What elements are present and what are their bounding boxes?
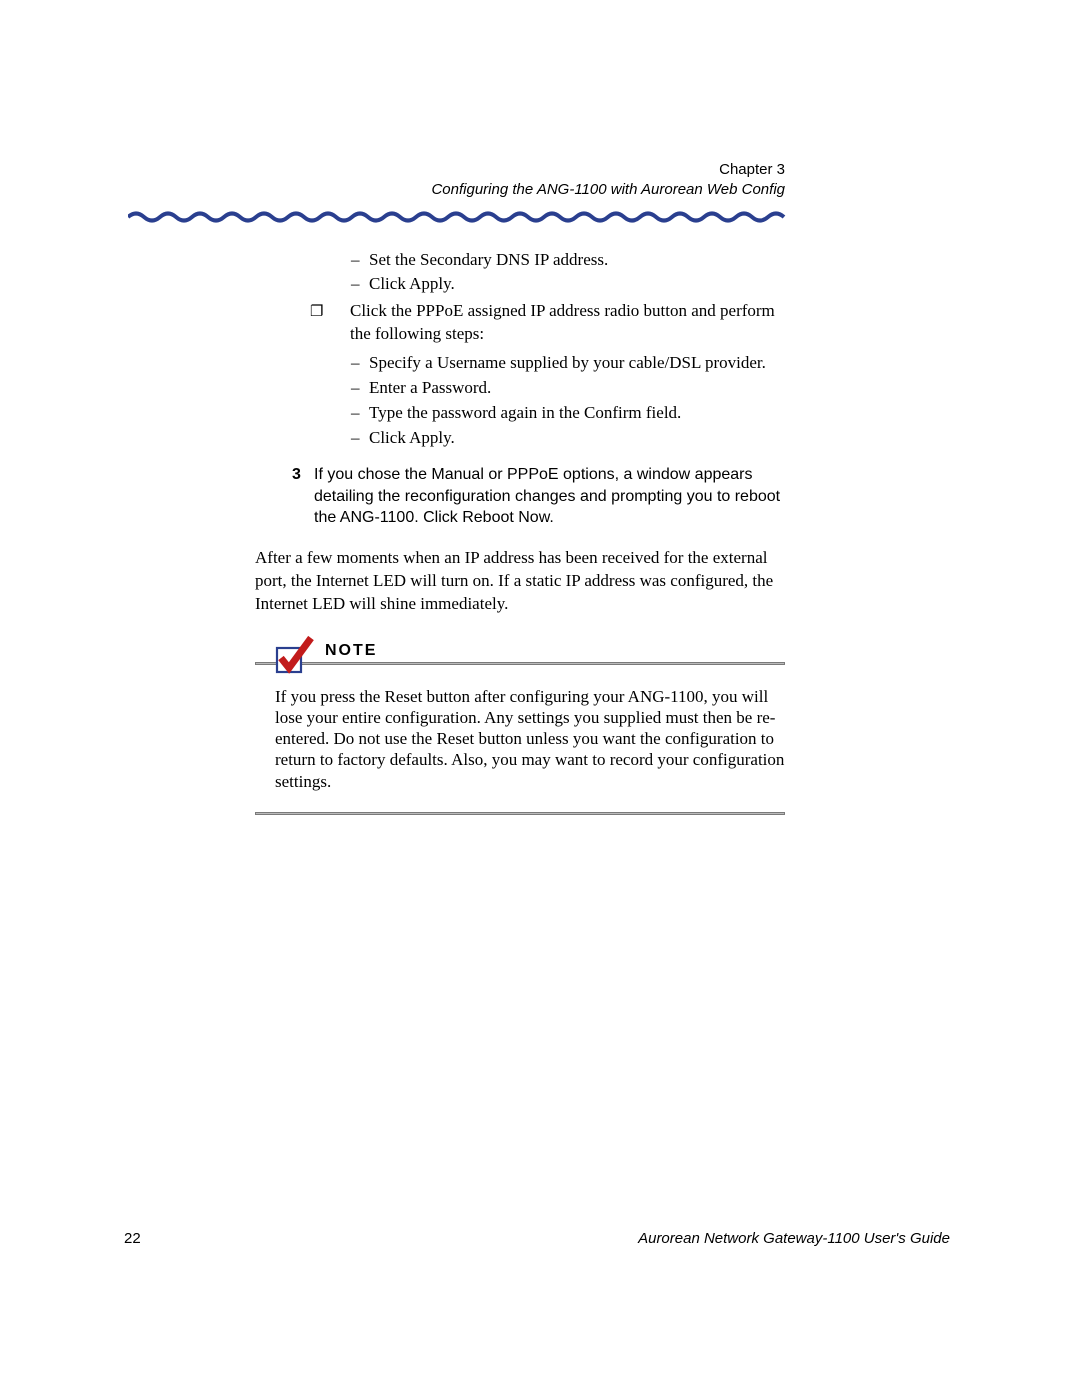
dash-bullet-icon: – (351, 427, 369, 450)
list-item: – Enter a Password. (351, 377, 785, 400)
list-item: – Type the password again in the Confirm… (351, 402, 785, 425)
list-text: Set the Secondary DNS IP address. (369, 249, 608, 272)
box-bullet-icon: ❐ (310, 302, 350, 348)
page-number: 22 (124, 1230, 141, 1247)
step-text: If you chose the Manual or PPPoE options… (314, 464, 785, 529)
numbered-step: 3 If you chose the Manual or PPPoE optio… (292, 464, 785, 529)
chapter-subtitle: Configuring the ANG-1100 with Aurorean W… (255, 180, 785, 200)
note-body: If you press the Reset button after conf… (275, 686, 785, 792)
list-item: – Set the Secondary DNS IP address. (351, 249, 785, 272)
page-footer: 22 Aurorean Network Gateway-1100 User's … (124, 1230, 950, 1247)
dash-bullet-icon: – (351, 273, 369, 296)
dash-bullet-icon: – (351, 352, 369, 375)
dash-list-1: – Set the Secondary DNS IP address. – Cl… (351, 249, 785, 297)
step-number: 3 (292, 464, 314, 529)
list-text: Enter a Password. (369, 377, 491, 400)
dash-bullet-icon: – (351, 377, 369, 400)
body-paragraph: After a few moments when an IP address h… (255, 547, 785, 616)
chapter-label: Chapter 3 (255, 160, 785, 180)
dash-list-2: – Specify a Username supplied by your ca… (351, 352, 785, 450)
list-text: Click the PPPoE assigned IP address radi… (350, 300, 785, 346)
list-text: Click Apply. (369, 427, 455, 450)
checkmark-icon (273, 634, 315, 676)
note-rule-bottom (255, 812, 785, 815)
list-item: 3 If you chose the Manual or PPPoE optio… (292, 464, 785, 529)
dash-bullet-icon: – (351, 249, 369, 272)
list-text: Click Apply. (369, 273, 455, 296)
note-block: NOTE If you press the Reset button after… (255, 646, 785, 815)
box-list: ❐ Click the PPPoE assigned IP address ra… (310, 300, 785, 346)
dash-bullet-icon: – (351, 402, 369, 425)
list-item: – Click Apply. (351, 427, 785, 450)
list-item: – Specify a Username supplied by your ca… (351, 352, 785, 375)
note-label: NOTE (321, 642, 381, 660)
list-item: ❐ Click the PPPoE assigned IP address ra… (310, 300, 785, 346)
list-item: – Click Apply. (351, 273, 785, 296)
list-text: Type the password again in the Confirm f… (369, 402, 681, 425)
note-rule-top (255, 662, 785, 665)
footer-title: Aurorean Network Gateway-1100 User's Gui… (638, 1230, 950, 1247)
list-text: Specify a Username supplied by your cabl… (369, 352, 766, 375)
page-header: Chapter 3 Configuring the ANG-1100 with … (255, 160, 785, 201)
